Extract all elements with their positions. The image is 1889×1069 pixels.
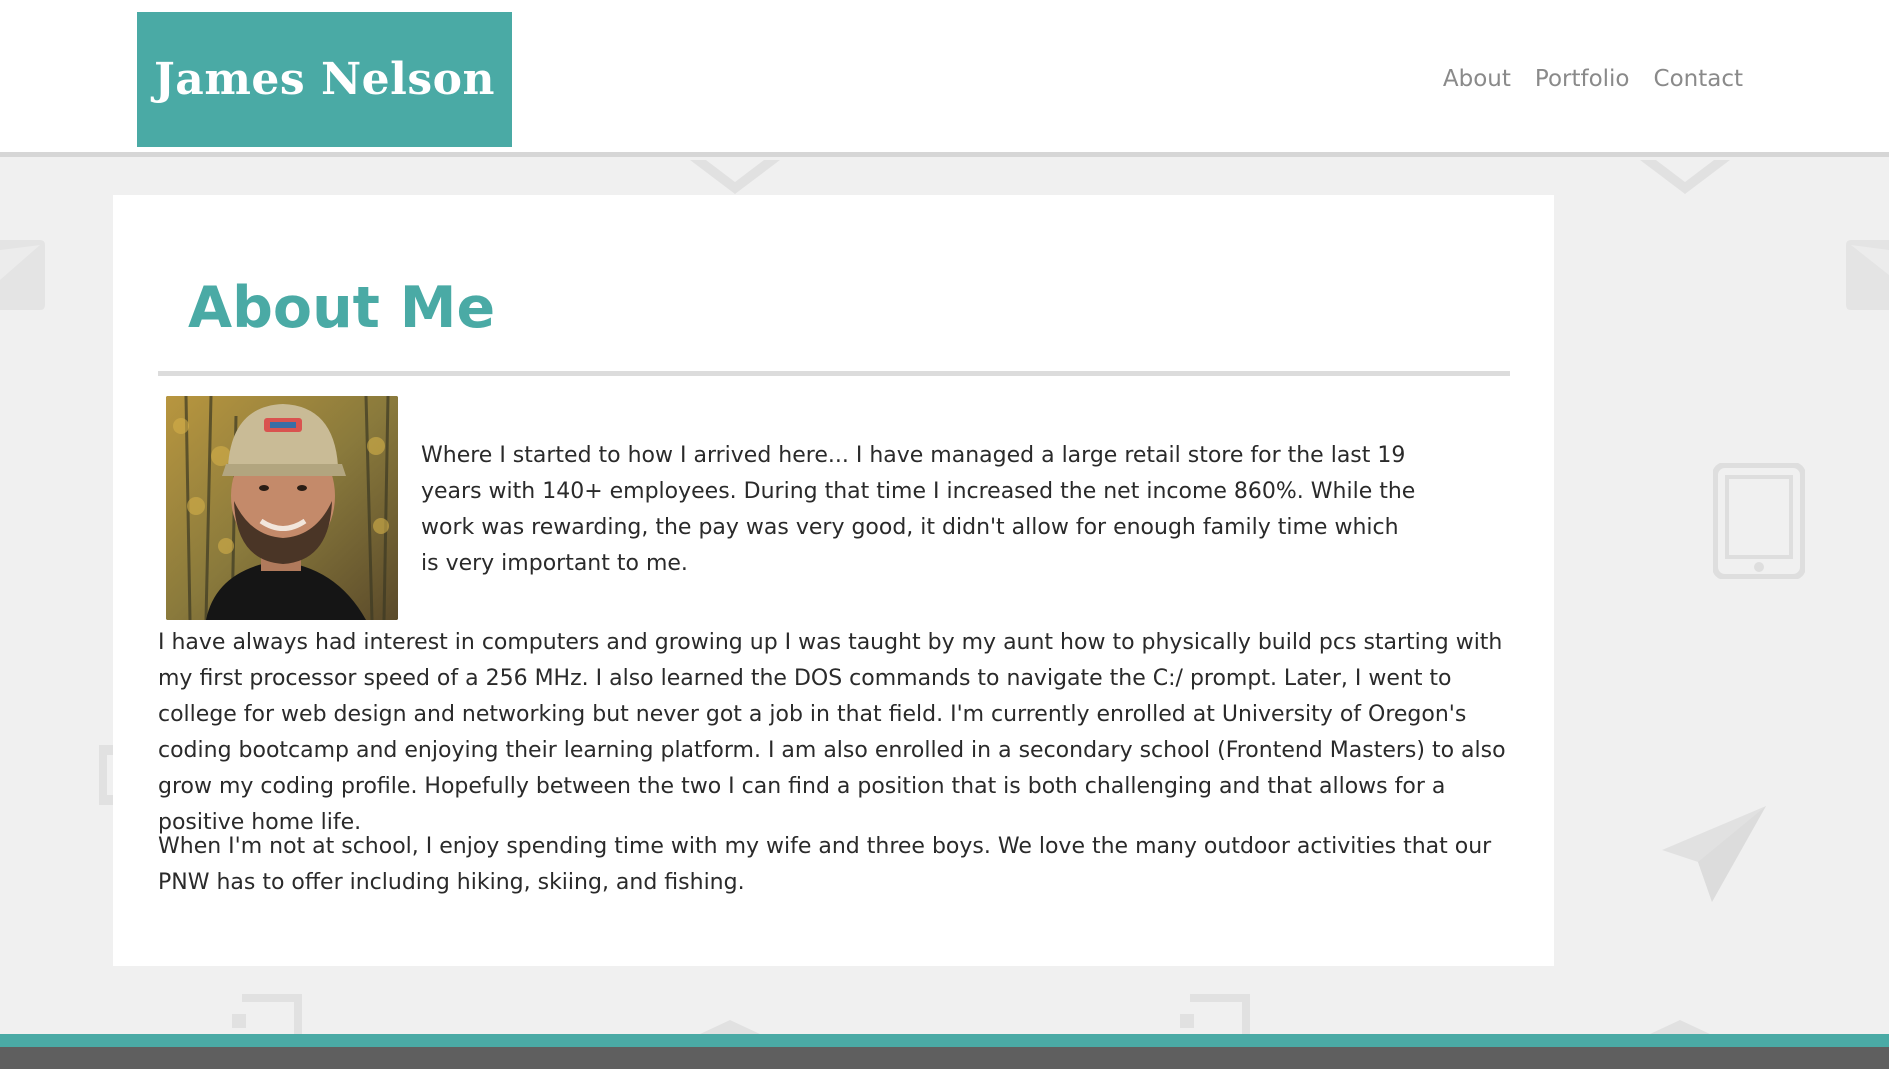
about-paragraph-1: Where I started to how I arrived here...… [421,443,1416,576]
chevron-icon [700,1020,760,1034]
title-divider [158,371,1510,376]
profile-photo-image [166,396,398,620]
site-logo[interactable]: James Nelson [137,12,512,147]
envelope-icon [0,240,45,310]
main-nav: About Portfolio Contact [1443,66,1743,92]
envelope-icon [1846,240,1889,310]
tablet-icon [1713,463,1805,579]
chevron-icon [1650,1020,1710,1034]
chevron-icon [1640,160,1730,194]
footer-accent-bar [0,1034,1889,1047]
paper-plane-icon [1662,806,1766,902]
chevron-icon [690,160,780,194]
bracket-icon [232,994,302,1034]
site-header: James Nelson About Portfolio Contact [0,0,1889,157]
nav-link-about[interactable]: About [1443,66,1511,92]
profile-photo [166,396,398,620]
about-paragraph-3: When I'm not at school, I enjoy spending… [158,834,1492,895]
chevron-icon [99,745,115,805]
page-title: About Me [188,275,496,341]
about-paragraph-2: I have always had interest in computers … [158,630,1506,835]
about-card: About Me Where I started to how I arrive… [113,195,1554,966]
bracket-icon [1180,994,1250,1034]
site-title: James Nelson [153,54,495,105]
site-footer [0,1047,1889,1069]
nav-link-contact[interactable]: Contact [1654,66,1743,92]
nav-link-portfolio[interactable]: Portfolio [1535,66,1630,92]
